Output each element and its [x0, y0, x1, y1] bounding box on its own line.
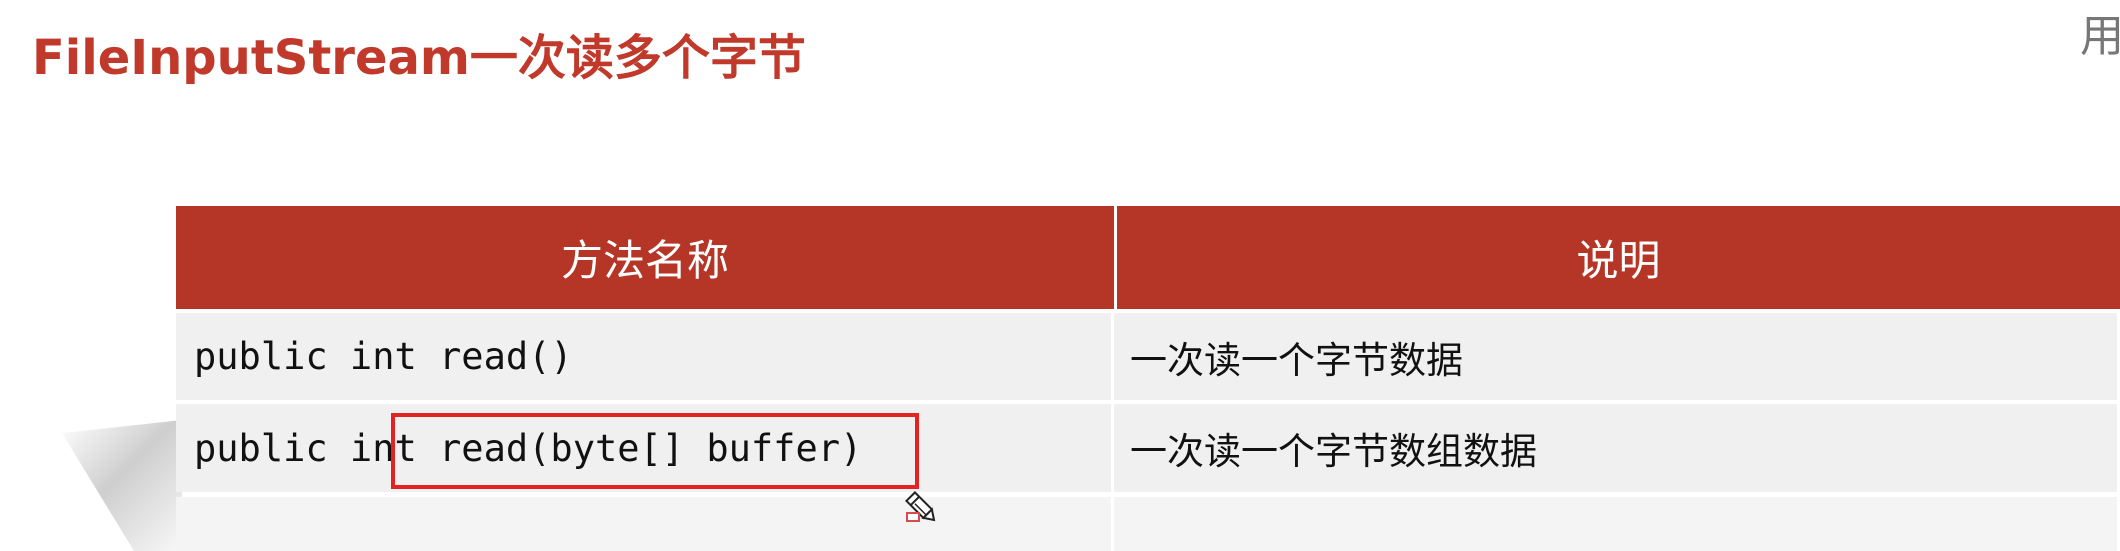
pen-cursor-icon: [905, 491, 936, 522]
page-title: FileInputStream一次读多个字节: [32, 30, 806, 86]
table-header: 方法名称 说明: [176, 206, 2120, 309]
method-signature: public int read(): [194, 335, 573, 378]
methods-table: 方法名称 说明 public int read() 一次读一个字节数据 publ…: [176, 206, 2120, 551]
table-row: [176, 497, 2120, 551]
annotation-highlight-box: [391, 413, 919, 489]
cursor-marker: [906, 512, 920, 522]
description-cell: 一次读一个字节数组数据: [1114, 404, 2117, 492]
method-cell: public int read(): [176, 313, 1114, 400]
header-method-name: 方法名称: [176, 206, 1117, 309]
header-description: 说明: [1117, 206, 2120, 309]
table-row: public int read() 一次读一个字节数据: [176, 313, 2120, 400]
description-cell: [1114, 497, 2117, 551]
description-cell: 一次读一个字节数据: [1114, 313, 2117, 400]
slide-page: FileInputStream一次读多个字节 用 方法名称 说明 public …: [0, 0, 2120, 551]
method-cell: [176, 497, 1114, 551]
corner-glyph: 用: [2080, 11, 2120, 62]
decorative-shadow: [62, 420, 182, 551]
method-description: 一次读一个字节数据: [1130, 338, 1463, 382]
method-description: 一次读一个字节数组数据: [1130, 430, 1537, 473]
